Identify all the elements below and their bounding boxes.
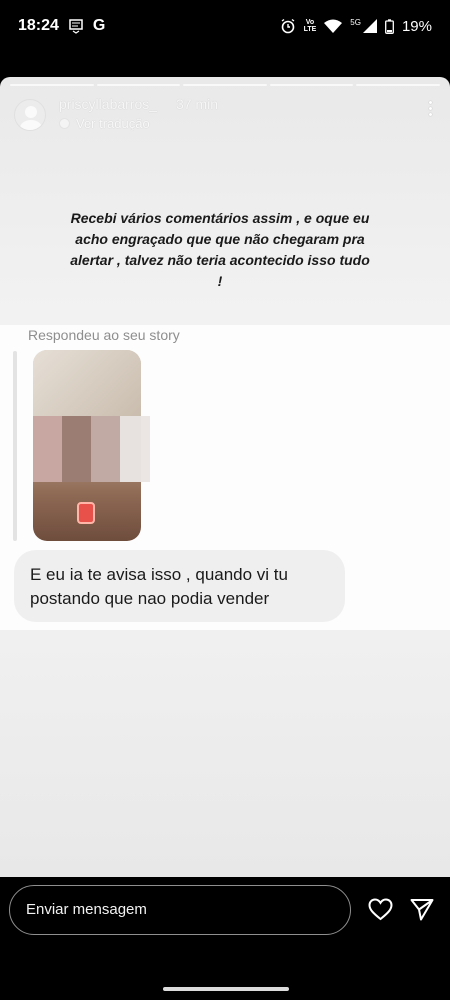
message-input[interactable]: Enviar mensagem: [9, 885, 351, 935]
blur-overflow: [141, 416, 150, 482]
send-icon[interactable]: [410, 898, 434, 921]
reply-panel: Respondeu ao seu story E eu ia te avisa …: [0, 325, 450, 630]
story-thumbnail[interactable]: [33, 350, 141, 541]
signal-icon: [362, 19, 377, 33]
progress-segment: [10, 84, 94, 86]
thumbnail-sticker: [77, 502, 95, 524]
quote-line: [13, 351, 17, 541]
volte-indicator: Vo LTE: [303, 19, 317, 33]
translate-link[interactable]: Ver tradução: [59, 116, 150, 131]
alarm-icon: [281, 18, 295, 34]
battery-icon: [385, 18, 394, 34]
battery-percent: 19%: [401, 17, 432, 35]
progress-segment: [96, 84, 181, 86]
wifi-icon: [324, 19, 343, 33]
progress-segment: [183, 84, 267, 86]
translate-label: Ver tradução: [76, 116, 150, 131]
bottom-bar: Enviar mensagem: [0, 877, 450, 1000]
home-indicator: [163, 987, 289, 991]
story-time: 37 min: [176, 96, 219, 112]
story-caption: Recebi vários comentários assim , e oque…: [70, 210, 370, 289]
progress-segment: [269, 84, 354, 86]
heart-icon[interactable]: [368, 898, 393, 921]
story-card[interactable]: priscyllabarros_ 37 min Ver tradução Rec…: [0, 77, 450, 877]
story-progress: [10, 84, 440, 86]
status-time: 18:24: [18, 17, 59, 34]
network-type: 5G: [350, 17, 361, 27]
status-bar: 18:24 G Vo LTE 5G 19%: [0, 0, 450, 52]
google-icon: G: [92, 17, 106, 34]
notification-icon: [69, 19, 83, 34]
blurred-face: [33, 416, 141, 482]
story-username[interactable]: priscyllabarros_: [59, 96, 157, 112]
avatar[interactable]: [14, 99, 46, 131]
more-options-icon[interactable]: [429, 101, 432, 116]
status-right: Vo LTE 5G 19%: [280, 18, 432, 35]
reply-message-bubble: E eu ia te avisa isso , quando vi tu pos…: [14, 550, 345, 622]
thumbnail-background: [33, 350, 141, 420]
status-left: 18:24 G: [18, 17, 105, 35]
translate-icon: [59, 118, 70, 129]
reply-label: Respondeu ao seu story: [28, 327, 180, 343]
progress-segment: [356, 84, 440, 86]
